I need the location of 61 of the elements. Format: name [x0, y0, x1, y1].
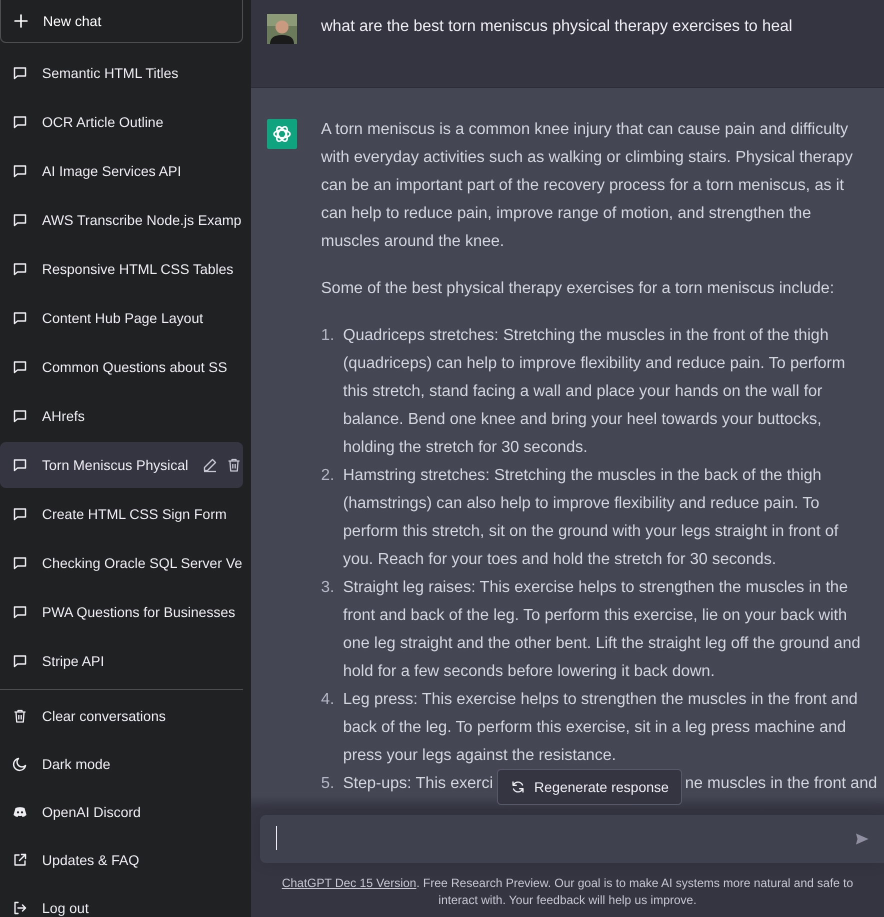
sidebar-action[interactable]: Clear conversations [0, 692, 243, 740]
logout-icon [12, 900, 28, 916]
conversation-item[interactable]: Checking Oracle SQL Server Ve [0, 540, 243, 586]
moon-icon [12, 756, 28, 772]
chat-bubble-icon [12, 408, 28, 424]
message-paragraph: Some of the best physical therapy exercises for a torn meniscus include: [321, 279, 836, 299]
message-text: what are the best torn meniscus physical therapy exercises to heal [321, 17, 794, 37]
footer-note: ChatGPT Dec 15 Version. Free Research Preview. Our goal is to make AI systems more natural and safe to interact with. Your feedback will help us improve. [280, 875, 854, 909]
regenerate-button[interactable]: Regenerate response [497, 769, 682, 805]
list-item-text: Hamstring stretches: Stretching the muscles in the back of the thigh (hamstrings) can also help to improve flexibility and reduce pain. To perform this stretch, sit on the ground with your legs straight in front of you. Reach for your toes and hold the stretch for 30 seconds. [343, 466, 840, 570]
chat-bubble-icon [12, 114, 28, 130]
chat-bubble-icon [12, 506, 28, 522]
sidebar-action[interactable]: Log out [0, 884, 243, 917]
list-number: 2. [321, 466, 336, 486]
sidebar-action[interactable]: OpenAI Discord [0, 788, 243, 836]
chat-bubble-icon [12, 555, 28, 571]
discord-icon [12, 804, 28, 820]
list-item-text: Straight leg raises: This exercise helps to strengthen the muscles in the front and back of the leg. To perform this exercise, lie on your back with one leg straight and the other bent. Lift the straight leg off the ground and hold for a few seconds before lowering it back down. [343, 578, 862, 682]
chat-bubble-icon [12, 212, 28, 228]
user-avatar [267, 14, 297, 44]
sidebar-action[interactable]: Updates & FAQ [0, 836, 243, 884]
list-number: 4. [321, 690, 336, 710]
new-chat-button[interactable]: New chat [0, 0, 243, 43]
chat-bubble-icon [12, 653, 28, 669]
chat-bubble-icon [12, 359, 28, 375]
conversation-item[interactable]: AWS Transcribe Node.js Examp [0, 197, 243, 243]
assistant-logo-icon [267, 119, 297, 149]
message-paragraph: A torn meniscus is a common knee injury that can cause pain and difficulty with everyday activities such as walking or climbing stairs. Physical therapy can be an important part of the recovery process for a torn meniscus, as it can help to reduce pain, improve range of motion, and strengthen the muscles around the knee. [321, 120, 854, 252]
list-item-text: Quadriceps stretches: Stretching the muscles in the front of the thigh (quadriceps) can help to improve flexibility and reduce pain. To perform this stretch, stand facing a wall and place your hands on the wall for balance. Bend one knee and bring your heel towards your buttocks, holding the stretch for 30 seconds. [343, 326, 846, 458]
chat-bubble-icon [12, 457, 28, 473]
refresh-icon [510, 779, 526, 795]
edit-icon[interactable] [202, 457, 218, 473]
list-item-text: ne muscles in the front and [685, 774, 878, 794]
version-link[interactable]: ChatGPT Dec 15 Version [282, 876, 416, 890]
conversation-item[interactable]: Common Questions about SS [0, 344, 243, 390]
list-number: 3. [321, 578, 336, 598]
conversation-item[interactable]: Torn Meniscus Physical [0, 442, 243, 488]
list-item-text: Step-ups: This exerci [343, 774, 493, 794]
trash-icon [12, 708, 28, 724]
conversation-item[interactable]: Semantic HTML Titles [0, 50, 243, 96]
sidebar-action[interactable]: Dark mode [0, 740, 243, 788]
external-link-icon [12, 852, 28, 868]
list-number: 1. [321, 326, 336, 346]
send-icon [854, 831, 870, 847]
conversation-item[interactable]: Responsive HTML CSS Tables [0, 246, 243, 292]
conversation-item[interactable]: OCR Article Outline [0, 99, 243, 145]
chat-bubble-icon [12, 261, 28, 277]
conversation-item[interactable]: AHrefs [0, 393, 243, 439]
conversation-item[interactable]: Content Hub Page Layout [0, 295, 243, 341]
plus-icon [13, 13, 29, 29]
chat-bubble-icon [12, 65, 28, 81]
chat-bubble-icon [12, 163, 28, 179]
chat-bubble-icon [12, 310, 28, 326]
conversation-item[interactable]: PWA Questions for Businesses [0, 589, 243, 635]
list-item-text: Leg press: This exercise helps to strengthen the muscles in the front and back of the leg. To perform this exercise, sit in a leg press machine and press your legs against the resistance. [343, 690, 859, 766]
chat-bubble-icon [12, 604, 28, 620]
trash-icon[interactable] [226, 457, 242, 473]
conversation-item[interactable]: Stripe API [0, 638, 243, 684]
conversation-item[interactable]: Create HTML CSS Sign Form [0, 491, 243, 537]
list-number: 5. [321, 774, 336, 794]
conversation-item[interactable]: AI Image Services API [0, 148, 243, 194]
